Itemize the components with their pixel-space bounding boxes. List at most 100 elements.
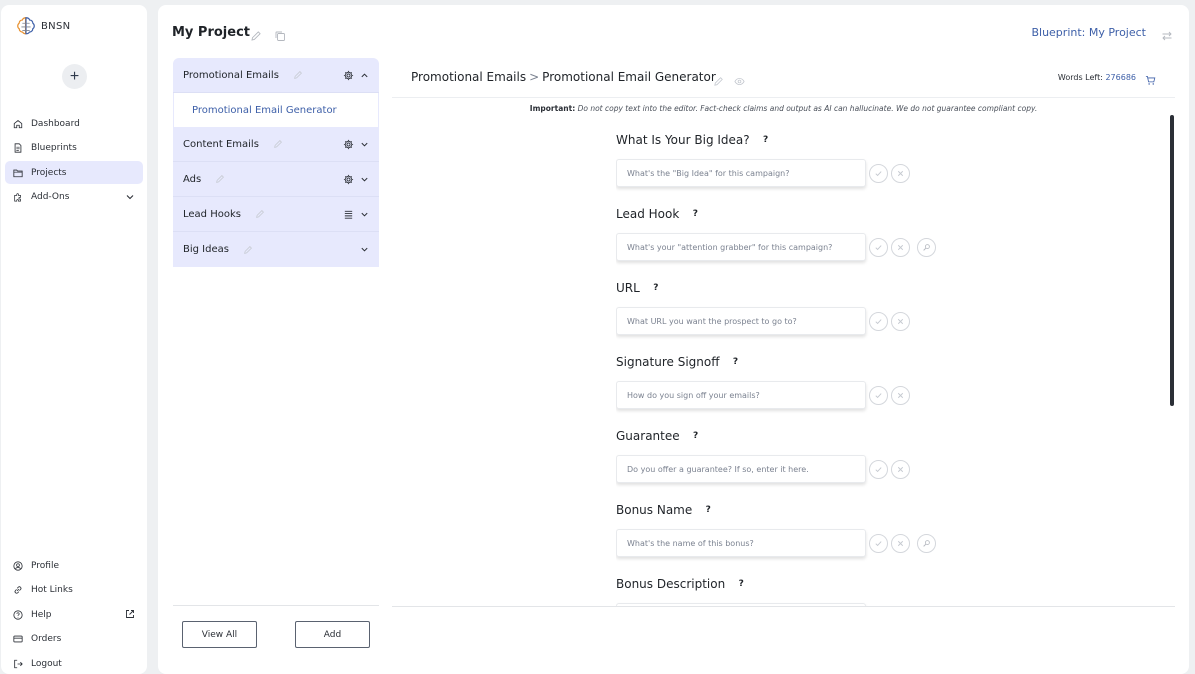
question-mark-icon[interactable]: ? [650, 282, 662, 294]
nav-logout[interactable]: Logout [5, 652, 143, 674]
bonus-name-input[interactable] [616, 529, 866, 557]
question-mark-icon[interactable]: ? [735, 578, 747, 590]
breadcrumb-actions [713, 72, 745, 91]
brain-logo-icon [17, 17, 35, 35]
add-button[interactable]: Add [295, 621, 370, 648]
cart-icon[interactable] [1145, 71, 1156, 90]
edit-pencil-icon[interactable] [255, 209, 265, 219]
question-mark-icon[interactable]: ? [690, 430, 702, 442]
account-nav: Profile Hot Links Help Orders Logout [5, 554, 143, 674]
check-icon[interactable] [869, 238, 888, 257]
check-icon[interactable] [869, 386, 888, 405]
gear-icon[interactable] [343, 139, 354, 150]
swap-icon[interactable] [1161, 27, 1173, 46]
nav-logout-label: Logout [31, 658, 62, 669]
check-icon[interactable] [869, 164, 888, 183]
chevron-up-icon[interactable] [360, 71, 369, 80]
editor-bottom-divider [392, 606, 1175, 607]
close-icon[interactable] [891, 238, 910, 257]
breadcrumb-parent[interactable]: Promotional Emails [411, 70, 526, 84]
field-label: Bonus Description? [616, 577, 747, 591]
url-input[interactable] [616, 307, 866, 335]
field-bonus-description: Bonus Description? [616, 576, 956, 606]
check-icon[interactable] [869, 460, 888, 479]
breadcrumb-current: Promotional Email Generator [542, 70, 716, 84]
sub-item-promotional-email-generator[interactable]: Promotional Email Generator [173, 93, 379, 127]
field-label-text: Lead Hook [616, 207, 680, 221]
nav-orders-label: Orders [31, 634, 62, 644]
new-project-button[interactable]: + [62, 64, 87, 89]
editor-scrollbar[interactable] [1170, 115, 1174, 406]
list-icon[interactable] [343, 209, 354, 220]
nav-blueprints[interactable]: Blueprints [5, 137, 143, 160]
magic-wand-icon[interactable] [917, 534, 936, 553]
chevron-down-icon[interactable] [360, 210, 369, 219]
nav-hot-links-label: Hot Links [31, 585, 73, 595]
group-label: Ads [183, 173, 202, 185]
check-icon[interactable] [869, 312, 888, 331]
close-icon[interactable] [891, 534, 910, 553]
nav-dashboard[interactable]: Dashboard [5, 112, 143, 135]
field-bonus-name: Bonus Name? [616, 502, 956, 576]
lead-hook-input[interactable] [616, 233, 866, 261]
nav-profile[interactable]: Profile [5, 554, 143, 577]
guarantee-input[interactable] [616, 455, 866, 483]
close-icon[interactable] [891, 386, 910, 405]
field-url: URL? [616, 280, 956, 354]
big-idea-input[interactable] [616, 159, 866, 187]
check-icon[interactable] [869, 534, 888, 553]
user-circle-icon [13, 560, 23, 571]
group-content-emails[interactable]: Content Emails [173, 127, 379, 162]
edit-pencil-icon[interactable] [243, 245, 253, 255]
question-mark-icon[interactable]: ? [702, 504, 714, 516]
signature-signoff-input[interactable] [616, 381, 866, 409]
document-icon [13, 143, 23, 153]
nav-help[interactable]: Help [5, 603, 143, 626]
edit-pencil-icon[interactable] [273, 139, 283, 149]
question-mark-icon[interactable]: ? [730, 356, 742, 368]
words-left-value: 276686 [1105, 73, 1136, 82]
group-promotional-emails[interactable]: Promotional Emails [173, 58, 379, 93]
brand-logo[interactable]: BNSN [15, 15, 70, 37]
edit-pencil-icon[interactable] [713, 72, 724, 91]
field-label: URL? [616, 281, 662, 295]
list-divider [173, 605, 379, 606]
copy-icon[interactable] [274, 27, 286, 46]
card-icon [13, 634, 23, 644]
group-label: Lead Hooks [183, 208, 241, 220]
magic-wand-icon[interactable] [917, 238, 936, 257]
chevron-down-icon[interactable] [360, 175, 369, 184]
question-mark-icon[interactable]: ? [760, 134, 772, 146]
blueprint-link[interactable]: Blueprint: My Project [1031, 26, 1146, 39]
nav-hot-links[interactable]: Hot Links [5, 579, 143, 602]
view-all-button[interactable]: View All [182, 621, 257, 648]
chevron-down-icon[interactable] [125, 192, 135, 202]
group-big-ideas[interactable]: Big Ideas [173, 232, 379, 267]
group-lead-hooks[interactable]: Lead Hooks [173, 197, 379, 232]
chevron-down-icon[interactable] [360, 245, 369, 254]
gear-icon[interactable] [343, 70, 354, 81]
edit-pencil-icon[interactable] [293, 70, 303, 80]
nav-orders[interactable]: Orders [5, 628, 143, 651]
field-label: Signature Signoff? [616, 355, 742, 369]
eye-icon[interactable] [734, 72, 745, 91]
close-icon[interactable] [891, 312, 910, 331]
nav-add-ons-label: Add-Ons [31, 192, 70, 202]
edit-pencil-icon[interactable] [215, 174, 225, 184]
field-label-text: Bonus Description [616, 577, 726, 591]
nav-add-ons[interactable]: Add-Ons [5, 186, 143, 209]
project-title: My Project [172, 25, 250, 40]
notice-bold: Important: [529, 104, 576, 113]
chevron-down-icon[interactable] [360, 140, 369, 149]
link-icon [13, 585, 23, 595]
close-icon[interactable] [891, 460, 910, 479]
notice-text: Do not copy text into the editor. Fact-c… [577, 104, 1038, 113]
gear-icon[interactable] [343, 174, 354, 185]
group-ads[interactable]: Ads [173, 162, 379, 197]
nav-projects[interactable]: Projects [5, 161, 143, 184]
question-mark-icon[interactable]: ? [689, 208, 701, 220]
group-label: Big Ideas [183, 244, 229, 255]
group-label: Content Emails [183, 138, 259, 150]
edit-pencil-icon[interactable] [250, 27, 262, 46]
close-icon[interactable] [891, 164, 910, 183]
